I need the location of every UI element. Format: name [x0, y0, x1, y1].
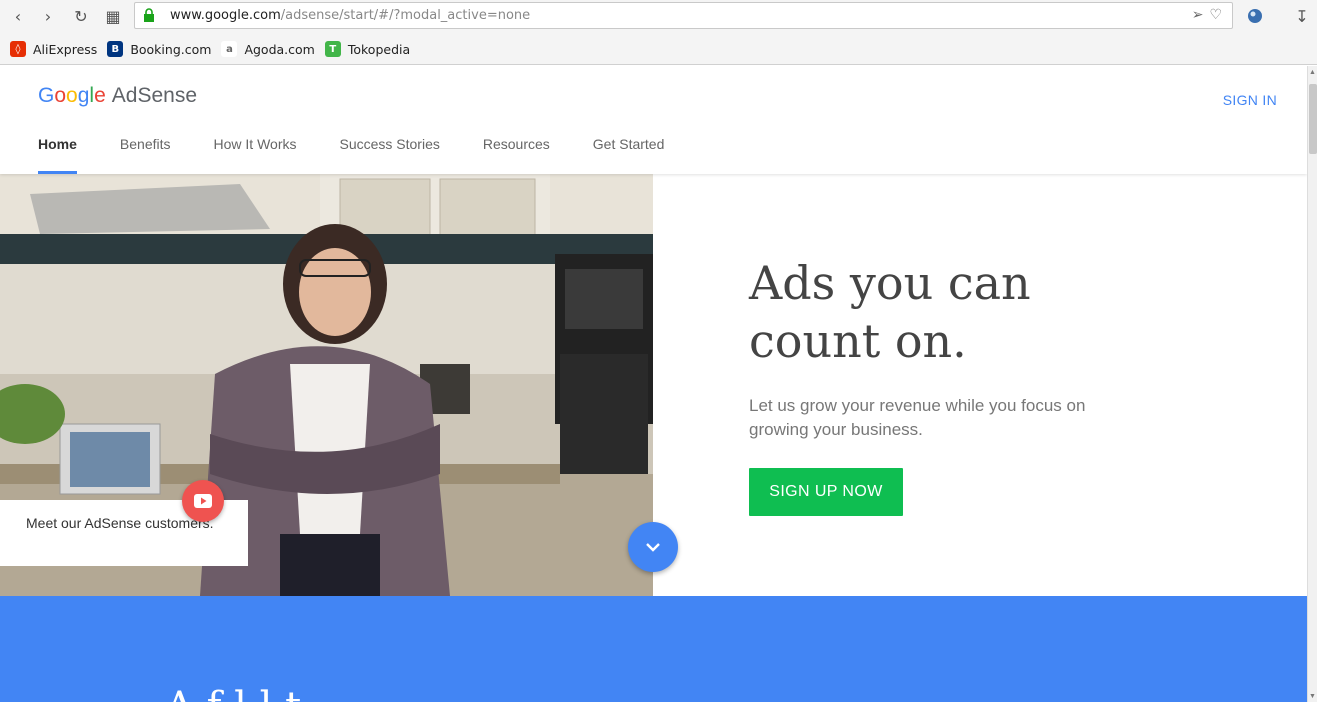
download-icon[interactable]: ↧	[1290, 4, 1314, 28]
play-icon	[194, 494, 212, 508]
booking-icon: B	[107, 41, 124, 57]
hero-headline: Ads you can count on.	[749, 256, 1031, 368]
reload-icon[interactable]: ↻	[69, 4, 93, 28]
nav-get-started[interactable]: Get Started	[593, 136, 665, 174]
chevron-down-icon	[646, 543, 660, 552]
globe-icon[interactable]	[1243, 4, 1267, 28]
nav-success-stories[interactable]: Success Stories	[339, 136, 439, 174]
nav-resources[interactable]: Resources	[483, 136, 550, 174]
bookmark-tokopedia[interactable]: T Tokopedia	[324, 41, 411, 57]
send-icon[interactable]: ➢	[1192, 7, 1204, 23]
hero-content: Ads you can count on. Let us grow your re…	[653, 174, 1307, 596]
bookmark-label: AliExpress	[33, 41, 98, 57]
aliexpress-icon: ◊	[10, 41, 26, 57]
heart-icon[interactable]: ♡	[1209, 7, 1222, 23]
hero-subtext: Let us grow your revenue while you focus…	[749, 396, 1086, 439]
sign-up-button[interactable]: SIGN UP NOW	[749, 468, 903, 516]
bookmark-label: Agoda.com	[244, 41, 315, 57]
scroll-down-button[interactable]	[628, 522, 678, 572]
adsense-logo[interactable]: Google AdSense	[38, 84, 197, 108]
lock-icon	[144, 8, 154, 22]
logo-product-name: AdSense	[111, 84, 197, 107]
nav-how-it-works[interactable]: How It Works	[214, 136, 297, 174]
scroll-thumb[interactable]	[1309, 84, 1317, 154]
bookmark-aliexpress[interactable]: ◊ AliExpress	[10, 41, 97, 57]
url-text: www.google.com/adsense/start/#/?modal_ac…	[170, 8, 531, 23]
main-nav: Home Benefits How It Works Success Stori…	[38, 136, 664, 174]
google-wordmark: Google	[38, 84, 106, 107]
agoda-icon: a	[221, 41, 238, 57]
tokopedia-icon: T	[324, 41, 341, 57]
back-icon[interactable]: ‹	[6, 4, 30, 28]
section-heading-partial: A f l l t	[165, 684, 301, 702]
nav-benefits[interactable]: Benefits	[120, 136, 171, 174]
bookmarks-bar: ◊ AliExpress B Booking.com a Agoda.com T…	[0, 34, 1317, 65]
bookmark-label: Tokopedia	[347, 41, 411, 57]
bookmark-agoda[interactable]: a Agoda.com	[221, 41, 315, 57]
scroll-down-icon[interactable]: ▼	[1309, 693, 1316, 700]
sign-in-link[interactable]: SIGN IN	[1223, 92, 1277, 108]
site-header: Google AdSense SIGN IN Home Benefits How…	[0, 66, 1307, 174]
blue-section: A f l l t	[0, 596, 1307, 702]
browser-toolbar: ‹ › ↻ ▦ www.google.com/adsense/start/#/?…	[0, 0, 1317, 34]
page-scrollbar[interactable]: ▲ ▼	[1307, 66, 1317, 702]
grid-icon[interactable]: ▦	[101, 4, 125, 28]
youtube-play-button[interactable]	[182, 480, 224, 522]
page-viewport: Google AdSense SIGN IN Home Benefits How…	[0, 66, 1307, 702]
forward-icon[interactable]: ›	[36, 4, 60, 28]
scroll-up-icon[interactable]: ▲	[1309, 69, 1316, 76]
bookmark-label: Booking.com	[130, 41, 212, 57]
address-bar[interactable]: www.google.com/adsense/start/#/?modal_ac…	[134, 2, 1233, 29]
nav-home[interactable]: Home	[38, 136, 77, 174]
bookmark-booking[interactable]: B Booking.com	[107, 41, 211, 57]
